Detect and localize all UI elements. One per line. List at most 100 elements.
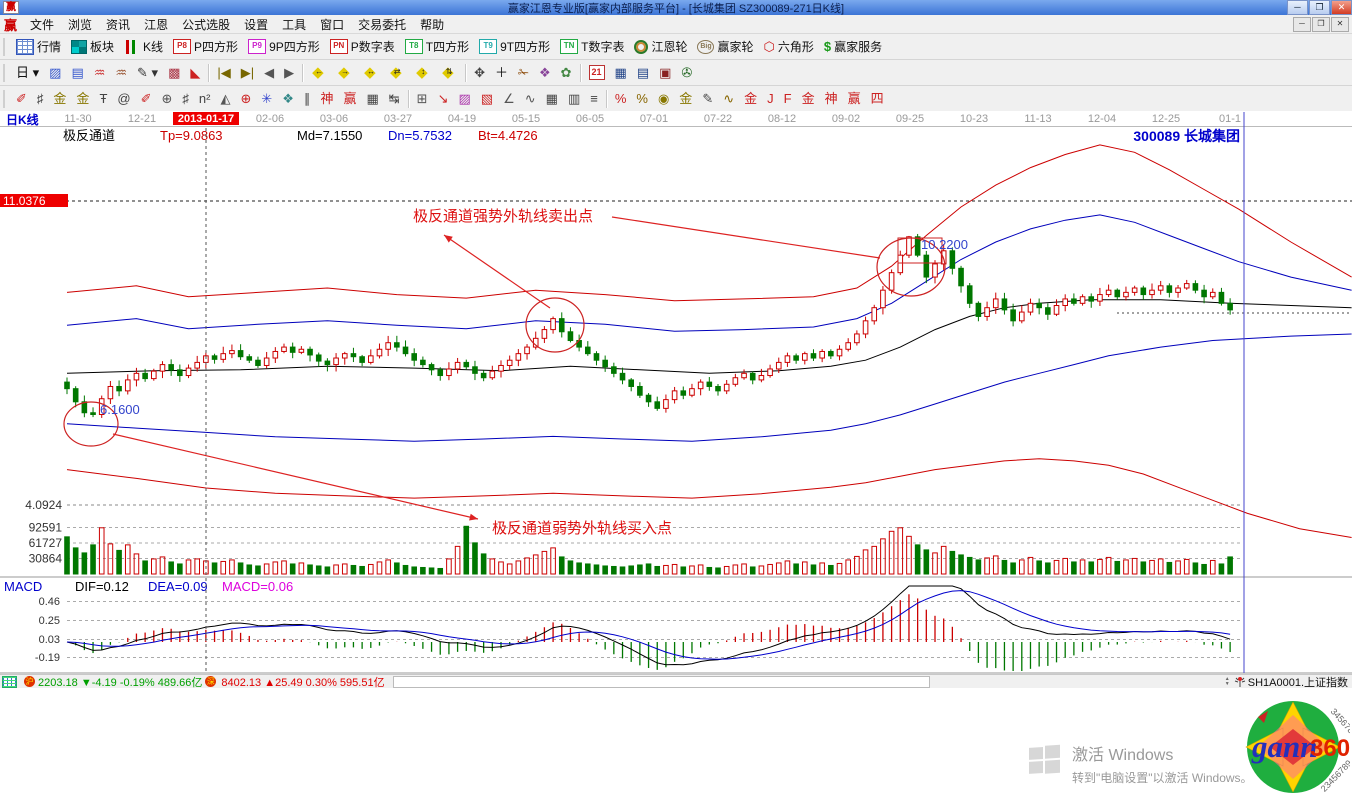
toolbar-button-T数字表[interactable]: TNT数字表 (556, 35, 628, 59)
calculator-button[interactable]: ▦ (611, 61, 631, 85)
gold-split-2-button[interactable]: 金 (72, 87, 93, 111)
mdi-restore-button[interactable]: ❐ (1312, 17, 1330, 32)
menu-item-4[interactable]: 公式选股 (175, 16, 237, 33)
nine-line-chart-button[interactable]: ♒ (111, 61, 131, 85)
toolbar-button-板块[interactable]: 板块 (67, 35, 118, 59)
menu-item-1[interactable]: 浏览 (61, 16, 99, 33)
angle-brush-button[interactable]: ✐ (137, 87, 156, 111)
next-bar-button[interactable]: ▶ (280, 61, 298, 85)
percent-line-button[interactable]: % (611, 87, 631, 111)
wave-tool-button[interactable]: ∿ (521, 87, 540, 111)
crosshair-tool-button[interactable]: ＋ (491, 61, 512, 85)
ying-angle-button[interactable]: 赢 (844, 87, 865, 111)
parallel-lines-button[interactable]: ∥ (300, 87, 315, 111)
f-angle-button[interactable]: F (780, 87, 796, 111)
hand-tool-button[interactable]: ✥ (470, 61, 489, 85)
ray-fan-button[interactable]: ↘ (434, 87, 453, 111)
toolbar-button-江恩轮[interactable]: 江恩轮 (630, 35, 691, 59)
menu-item-0[interactable]: 文件 (23, 16, 61, 33)
toolbar-button-9T四方形[interactable]: T99T四方形 (475, 35, 554, 59)
mirror-tool-button[interactable]: ◭ (216, 87, 234, 111)
star-grid-button[interactable]: ✳ (257, 87, 276, 111)
pen-line-button[interactable]: ✎ (698, 87, 717, 111)
prev-bar-button[interactable]: ◀ (260, 61, 278, 85)
gann-box-1-button[interactable]: ▨ (454, 87, 474, 111)
close-button[interactable]: ✕ (1331, 0, 1352, 15)
menu-item-8[interactable]: 交易委托 (351, 16, 413, 33)
fib-tool-button[interactable]: Ŧ (95, 87, 111, 111)
toolbar-button-9P四方形[interactable]: P99P四方形 (244, 35, 324, 59)
menu-item-3[interactable]: 江恩 (137, 16, 175, 33)
toolbar-button-六角形[interactable]: ⬡六角形 (760, 35, 818, 59)
kline-chart-canvas[interactable]: 11-3012-212013-01-1702-0603-0603-2704-19… (0, 111, 1352, 674)
speed-lines-button[interactable]: ≡ (586, 87, 602, 111)
square-numbers-button[interactable]: n² (195, 87, 215, 111)
gann-circle-button[interactable]: ⊕ (158, 87, 177, 111)
save-layout-button[interactable]: ▣ (655, 61, 675, 85)
calendar-button[interactable]: 21 (585, 61, 609, 85)
gann-arrow-left-button[interactable]: ◆← (307, 61, 331, 85)
shen-tool-button[interactable]: 神 (316, 87, 337, 111)
cycle-wave-button[interactable]: ∿ (719, 87, 738, 111)
chart-area[interactable]: 11-3012-212013-01-1702-0603-0603-2704-19… (0, 111, 1352, 674)
mdi-minimize-button[interactable]: ─ (1293, 17, 1311, 32)
gann-box-2-button[interactable]: ▧ (477, 87, 497, 111)
j-angle-button[interactable]: J (763, 87, 778, 111)
quote-grid-icon[interactable] (2, 676, 17, 688)
percent-retrace-button[interactable]: % (632, 87, 652, 111)
mdi-close-button[interactable]: ✕ (1331, 17, 1349, 32)
jin-angle-button[interactable]: 金 (798, 87, 819, 111)
brush-button[interactable]: ✐ (12, 87, 31, 111)
scroll-spinner[interactable]: ▲▼ (1225, 677, 1230, 687)
gold-circle-button[interactable]: ◉ (654, 87, 673, 111)
gann-arrow-lr-button[interactable]: ◆↔ (359, 61, 383, 85)
period-day-dropdown-button[interactable]: 日 ▾ (12, 61, 43, 85)
last-bar-button[interactable]: ▶| (237, 61, 258, 85)
toolbar-button-行情[interactable]: 行情 (12, 35, 65, 59)
shape-tool-1-button[interactable]: ❖ (535, 61, 555, 85)
toolbar-button-赢家轮[interactable]: Big赢家轮 (693, 35, 757, 59)
toolbar-button-P数字表[interactable]: PNP数字表 (326, 35, 399, 59)
gann-arrow-uds-button[interactable]: ◆⇅ (437, 61, 461, 85)
box-tool-button[interactable]: ⊞ (413, 87, 432, 111)
span-tool-button[interactable]: ↹ (385, 87, 404, 111)
gann-arrow-ud-button[interactable]: ◆↕ (411, 61, 435, 85)
menu-item-2[interactable]: 资讯 (99, 16, 137, 33)
toolbar-button-P四方形[interactable]: P8P四方形 (169, 35, 242, 59)
toolbar-button-T四方形[interactable]: T8T四方形 (401, 35, 473, 59)
gold-angle-button[interactable]: 金 (740, 87, 761, 111)
price-grid-button[interactable]: ▦ (362, 87, 382, 111)
draw-dropdown-button[interactable]: ✎ ▾ (133, 61, 162, 85)
matrix-2-button[interactable]: ▥ (564, 87, 584, 111)
maximize-button[interactable]: ❐ (1309, 0, 1330, 15)
gold-levels-button[interactable]: 金 (675, 87, 696, 111)
pattern-window-button[interactable]: ▩ (164, 61, 184, 85)
menu-item-9[interactable]: 帮助 (413, 16, 451, 33)
minimize-button[interactable]: ─ (1287, 0, 1308, 15)
menu-item-7[interactable]: 窗口 (313, 16, 351, 33)
gann-arrow-swap-button[interactable]: ◆⇄ (385, 61, 409, 85)
toolbar-button-K线[interactable]: K线 (120, 35, 167, 59)
matrix-1-button[interactable]: ▦ (542, 87, 562, 111)
network-button[interactable]: ✇ (677, 61, 696, 85)
shen-angle-button[interactable]: 神 (821, 87, 842, 111)
gann-arrow-right-button[interactable]: ◆→ (333, 61, 357, 85)
angle-line-button[interactable]: ∠ (499, 87, 519, 111)
time-grid-button[interactable]: ♯ (178, 87, 193, 111)
cut-tool-button[interactable]: ✁ (514, 61, 533, 85)
target-circle-button[interactable]: ⊕ (236, 87, 255, 111)
flag-tool-button[interactable]: ◣ (186, 61, 204, 85)
grid-lines-button[interactable]: ♯ (33, 87, 48, 111)
gold-split-1-button[interactable]: 金 (49, 87, 70, 111)
web-grid-button[interactable]: ❖ (278, 87, 298, 111)
toolbar-button-赢家服务[interactable]: $赢家服务 (820, 35, 886, 59)
kline-window-button[interactable]: ▨ (45, 61, 65, 85)
menu-item-5[interactable]: 设置 (237, 16, 275, 33)
notes-button[interactable]: ▤ (633, 61, 653, 85)
three-line-chart-button[interactable]: ♒ (90, 61, 110, 85)
report-window-button[interactable]: ▤ (67, 61, 87, 85)
menu-item-6[interactable]: 工具 (275, 16, 313, 33)
shape-tool-2-button[interactable]: ✿ (557, 61, 576, 85)
first-bar-button[interactable]: |◀ (213, 61, 234, 85)
spiral-tool-button[interactable]: @ (113, 87, 134, 111)
